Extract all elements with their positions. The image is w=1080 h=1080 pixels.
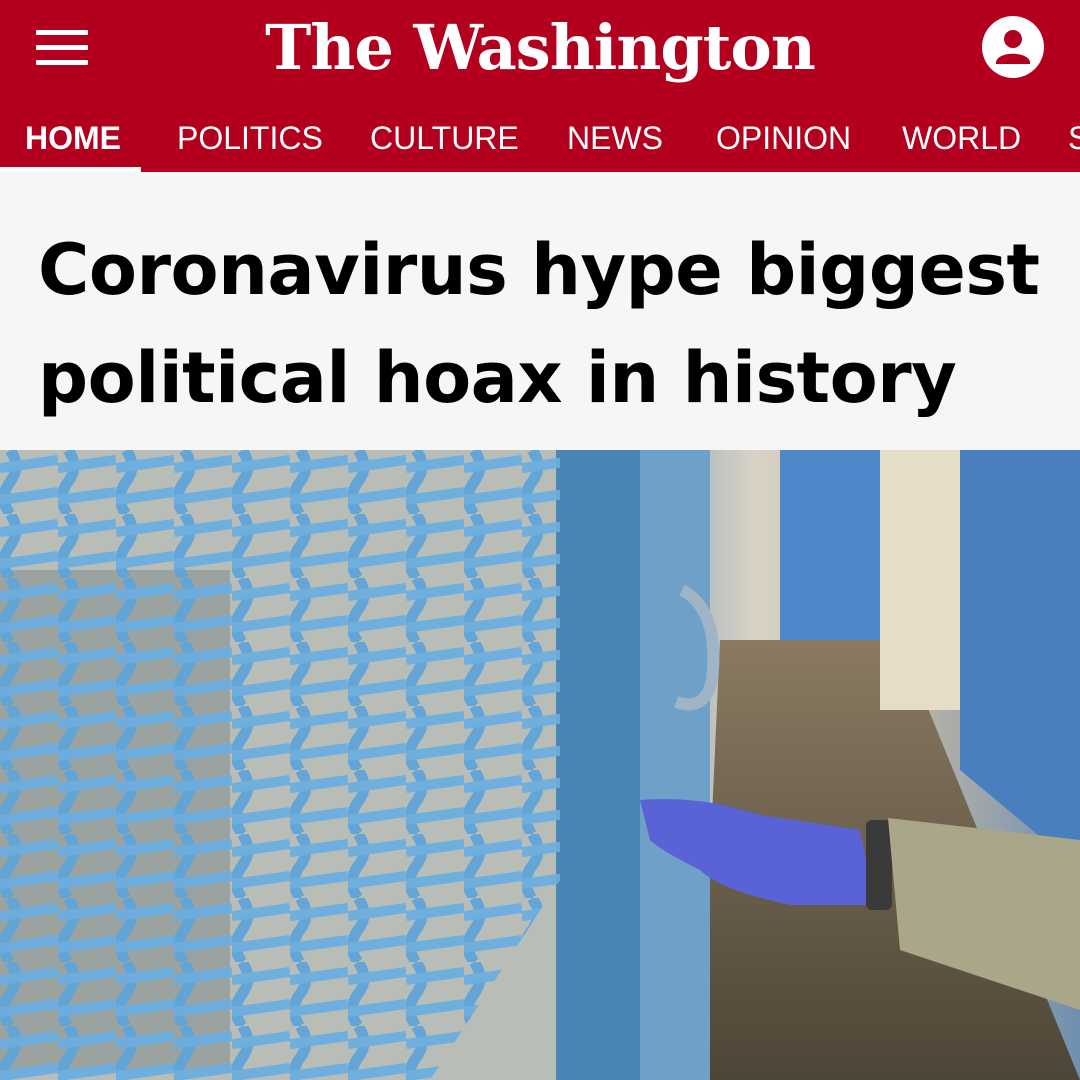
photo-illustration (0, 450, 1080, 1080)
masthead-logo[interactable]: The Washington Times (200, 10, 880, 159)
user-account-icon[interactable] (982, 16, 1044, 78)
hamburger-menu-icon[interactable] (36, 28, 90, 68)
section-nav: HOME POLITICS CULTURE NEWS OPINION WORLD… (0, 95, 1080, 172)
nav-item-opinion[interactable]: OPINION (716, 95, 851, 172)
nav-item-news[interactable]: NEWS (567, 95, 663, 172)
headline-container: Coronavirus hype biggest political hoax … (0, 172, 1080, 450)
nav-item-home[interactable]: HOME (25, 95, 121, 172)
article-photo[interactable] (0, 450, 1080, 1080)
nav-item-partial[interactable]: S (1068, 95, 1080, 172)
article-headline[interactable]: Coronavirus hype biggest political hoax … (38, 216, 1058, 432)
nav-item-world[interactable]: WORLD (902, 95, 1021, 172)
nav-item-culture[interactable]: CULTURE (370, 95, 519, 172)
nav-item-politics[interactable]: POLITICS (177, 95, 323, 172)
top-bar: The Washington Times (0, 0, 1080, 159)
